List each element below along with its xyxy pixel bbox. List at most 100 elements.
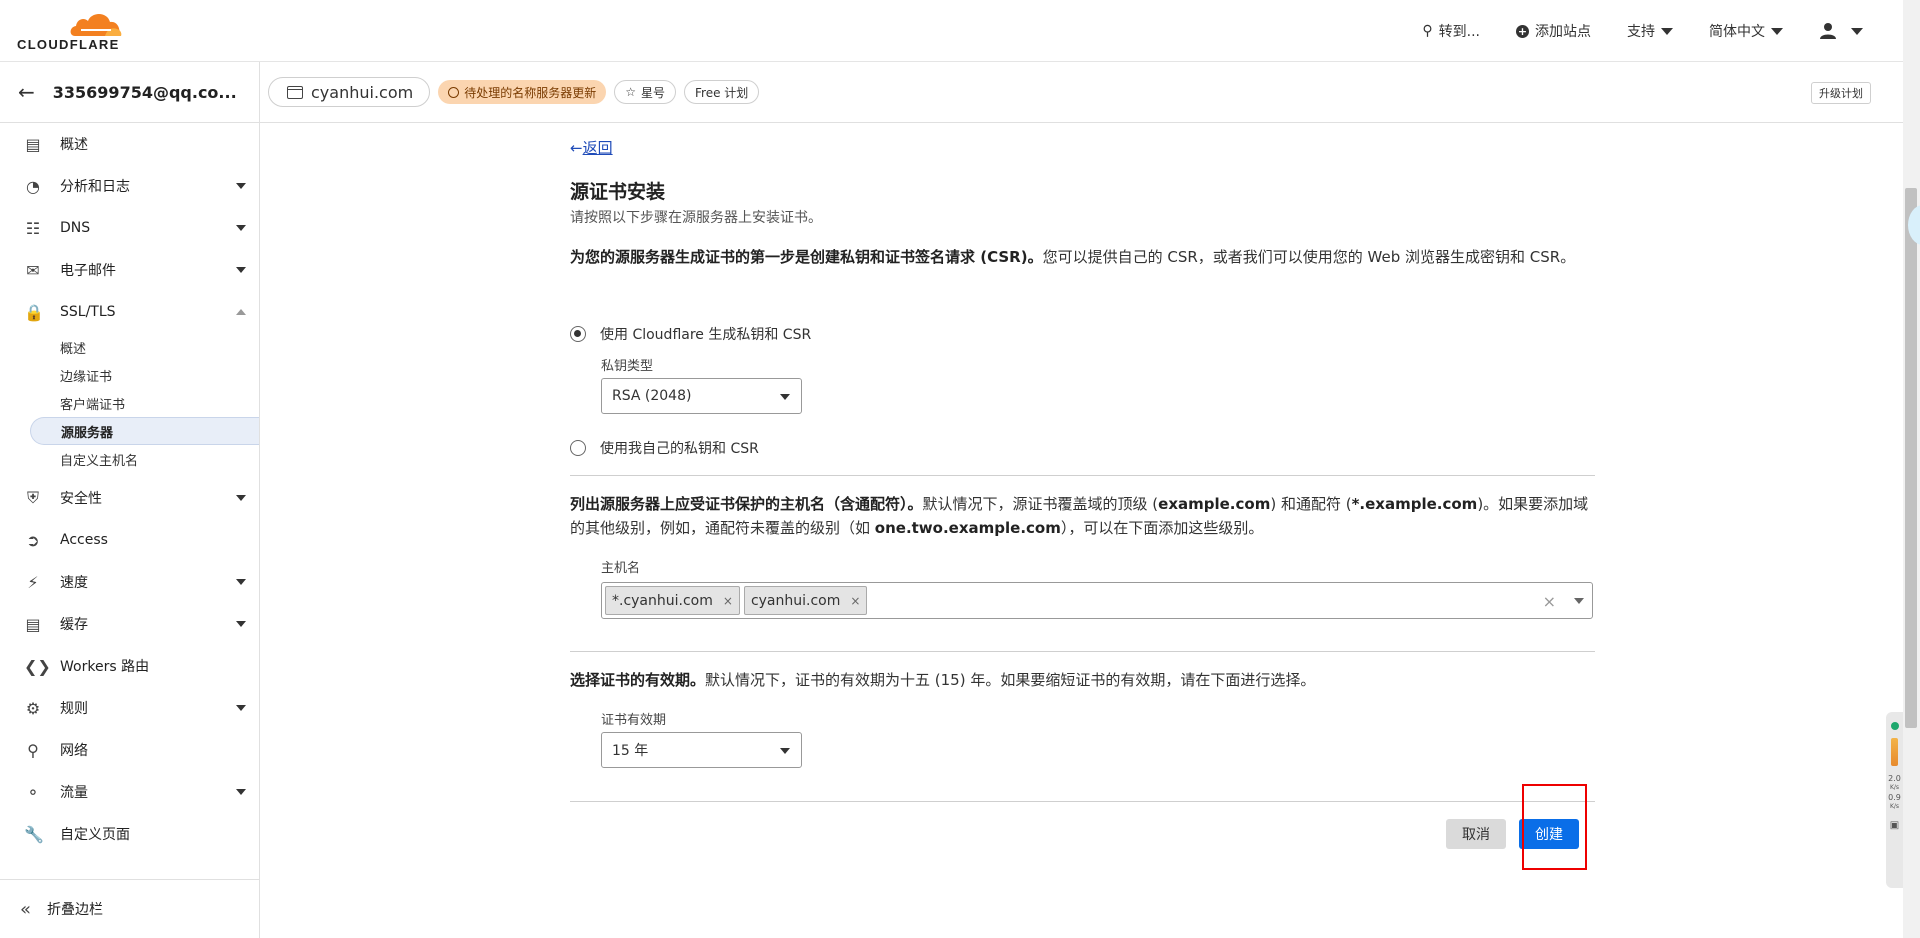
support-label: 支持 bbox=[1627, 24, 1655, 40]
star-badge-label: 星号 bbox=[640, 85, 665, 100]
language-dropdown[interactable]: 简体中文 bbox=[1709, 21, 1783, 41]
radio-own-csr[interactable]: 使用我自己的私钥和 CSR bbox=[570, 438, 759, 458]
sidebar-subitem-ssl-overview[interactable]: 概述 bbox=[0, 333, 259, 361]
sidebar-subitem-custom-hostnames[interactable]: 自定义主机名 bbox=[0, 445, 259, 473]
language-label: 简体中文 bbox=[1709, 24, 1765, 40]
private-key-type-select[interactable]: RSA (2048) bbox=[601, 378, 802, 414]
sidebar-item-access[interactable]: ➲ Access bbox=[0, 519, 259, 561]
validity-text: 默认情况下，证书的有效期为十五 (15) 年。如果要缩短证书的有效期，请在下面进… bbox=[705, 671, 1316, 689]
sidebar-item-security[interactable]: ⛨ 安全性 bbox=[0, 477, 259, 519]
hosts-wildcard: *.example.com bbox=[1351, 495, 1478, 513]
zone-selector[interactable]: cyanhui.com bbox=[268, 77, 431, 107]
hostname-tag-label: cyanhui.com bbox=[750, 592, 841, 609]
chevron-down-icon bbox=[1851, 27, 1863, 35]
pending-nameserver-badge[interactable]: 待处理的名称服务器更新 bbox=[438, 80, 607, 104]
chevron-down-icon bbox=[780, 748, 790, 754]
hosts-text: ) 和通配符 ( bbox=[1270, 495, 1352, 513]
sidebar-item-rules[interactable]: ⚙ 规则 bbox=[0, 687, 259, 729]
private-key-type-value: RSA (2048) bbox=[612, 388, 692, 404]
chevron-down-icon bbox=[236, 495, 246, 501]
sidebar-item-email[interactable]: ✉ 电子邮件 bbox=[0, 249, 259, 291]
add-site-button[interactable]: + 添加站点 bbox=[1516, 21, 1591, 41]
chevron-down-icon bbox=[236, 789, 246, 795]
back-arrow-icon[interactable]: ← bbox=[18, 80, 35, 104]
sidebar-subitem-client-certificates[interactable]: 客户端证书 bbox=[0, 389, 259, 417]
hostnames-description: 列出源服务器上应受证书保护的主机名（含通配符）。默认情况下，源证书覆盖域的顶级 … bbox=[570, 492, 1590, 540]
top-header: CLOUDFLARE ⚲ 转到... + 添加站点 支持 简体中文 bbox=[0, 0, 1903, 62]
cloudflare-logo[interactable]: CLOUDFLARE bbox=[17, 10, 127, 52]
sidebar-item-dns[interactable]: ☷ DNS bbox=[0, 207, 259, 249]
top-nav: ⚲ 转到... + 添加站点 支持 简体中文 bbox=[1422, 0, 1863, 62]
scrollbar-thumb[interactable] bbox=[1905, 188, 1917, 728]
hosts-bold: 列出源服务器上应受证书保护的主机名（含通配符）。 bbox=[570, 495, 923, 513]
chevron-down-icon bbox=[1661, 27, 1673, 35]
page-subtitle: 请按照以下步骤在源服务器上安装证书。 bbox=[570, 210, 822, 226]
sidebar-item-traffic[interactable]: ⚬ 流量 bbox=[0, 771, 259, 813]
star-icon: ☆ bbox=[625, 85, 636, 99]
collapse-sidebar-button[interactable]: « 折叠边栏 bbox=[0, 879, 260, 938]
support-dropdown[interactable]: 支持 bbox=[1627, 21, 1673, 41]
double-chevron-left-icon: « bbox=[20, 898, 32, 920]
sidebar-item-network[interactable]: ⚲ 网络 bbox=[0, 729, 259, 771]
network-tree-icon: ☷ bbox=[25, 218, 41, 238]
mail-icon: ✉ bbox=[26, 260, 40, 280]
chevron-down-icon bbox=[236, 267, 246, 273]
star-badge[interactable]: ☆ 星号 bbox=[614, 80, 676, 104]
add-site-label: 添加站点 bbox=[1535, 24, 1591, 40]
chevron-down-icon bbox=[780, 394, 790, 400]
sidebar-subitem-edge-certificates[interactable]: 边缘证书 bbox=[0, 361, 259, 389]
sidebar-item-overview[interactable]: ▤ 概述 bbox=[0, 123, 259, 165]
radio-button-unchecked[interactable] bbox=[570, 440, 586, 456]
page-title: 源证书安装 bbox=[570, 181, 666, 203]
hostname-tag-label: *.cyanhui.com bbox=[612, 592, 713, 609]
sidebar-item-custom-pages[interactable]: 🔧 自定义页面 bbox=[0, 813, 259, 855]
account-bar: ← 335699754@qq.co... bbox=[0, 62, 260, 123]
hostname-tag: *.cyanhui.com × bbox=[605, 586, 740, 615]
sidebar-item-analytics[interactable]: ◔ 分析和日志 bbox=[0, 165, 259, 207]
upload-unit: K/s bbox=[1889, 784, 1900, 791]
sidebar-item-label: 自定义页面 bbox=[60, 827, 130, 843]
radio-cloudflare-generate[interactable]: 使用 Cloudflare 生成私钥和 CSR bbox=[570, 324, 811, 344]
rules-icon: ⚙ bbox=[25, 698, 41, 718]
validity-value: 15 年 bbox=[612, 743, 649, 759]
sidebar-item-label: 速度 bbox=[60, 575, 88, 591]
cancel-button[interactable]: 取消 bbox=[1446, 819, 1506, 849]
hostname-multiselect[interactable]: *.cyanhui.com × cyanhui.com × × bbox=[601, 582, 1593, 619]
goto-button[interactable]: ⚲ 转到... bbox=[1422, 21, 1480, 41]
back-link[interactable]: ←返回 bbox=[570, 137, 613, 158]
sidebar-item-label: DNS bbox=[60, 220, 91, 236]
clear-icon[interactable]: × bbox=[1543, 592, 1556, 611]
plus-circle-icon: + bbox=[1516, 24, 1529, 38]
account-name[interactable]: 335699754@qq.co... bbox=[53, 83, 237, 102]
upgrade-plan-button[interactable]: 升级计划 bbox=[1811, 82, 1871, 104]
chevron-down-icon[interactable] bbox=[1574, 598, 1584, 604]
sidebar-subitem-origin-server[interactable]: 源服务器 bbox=[30, 417, 259, 445]
validity-select[interactable]: 15 年 bbox=[601, 732, 802, 768]
sidebar-item-workers-routes[interactable]: ❮❯ Workers 路由 bbox=[0, 645, 259, 687]
divider bbox=[570, 651, 1595, 652]
close-icon[interactable]: × bbox=[850, 594, 860, 608]
traffic-icon: ⚬ bbox=[26, 782, 40, 802]
radio-button-checked[interactable] bbox=[570, 326, 586, 342]
browser-window-icon bbox=[287, 85, 303, 99]
cloud-icon bbox=[70, 14, 122, 36]
validity-description: 选择证书的有效期。默认情况下，证书的有效期为十五 (15) 年。如果要缩短证书的… bbox=[570, 668, 1590, 692]
hosts-text: ），可以在下面添加这些级别。 bbox=[1060, 519, 1264, 537]
close-icon[interactable]: × bbox=[723, 594, 733, 608]
chart-pie-icon: ◔ bbox=[26, 176, 40, 196]
sidebar-item-ssl-tls[interactable]: 🔒 SSL/TLS bbox=[0, 291, 259, 333]
sidebar-item-caching[interactable]: ▤ 缓存 bbox=[0, 603, 259, 645]
step1-description: 为您的源服务器生成证书的第一步是创建私钥和证书签名请求 (CSR)。您可以提供自… bbox=[570, 245, 1590, 269]
sidebar-item-speed[interactable]: ⚡ 速度 bbox=[0, 561, 259, 603]
divider bbox=[570, 801, 1595, 802]
annotation-highlight-box bbox=[1522, 784, 1587, 870]
location-pin-icon: ⚲ bbox=[27, 740, 39, 760]
wrench-icon: 🔧 bbox=[24, 824, 44, 844]
sidebar-item-label: SSL/TLS bbox=[60, 304, 116, 320]
chevron-down-icon bbox=[236, 579, 246, 585]
user-menu[interactable] bbox=[1819, 22, 1863, 40]
pending-badge-label: 待处理的名称服务器更新 bbox=[464, 85, 597, 100]
hostname-label: 主机名 bbox=[601, 561, 641, 576]
camera-icon[interactable]: ▣ bbox=[1886, 820, 1903, 831]
search-icon: ⚲ bbox=[1422, 23, 1433, 39]
